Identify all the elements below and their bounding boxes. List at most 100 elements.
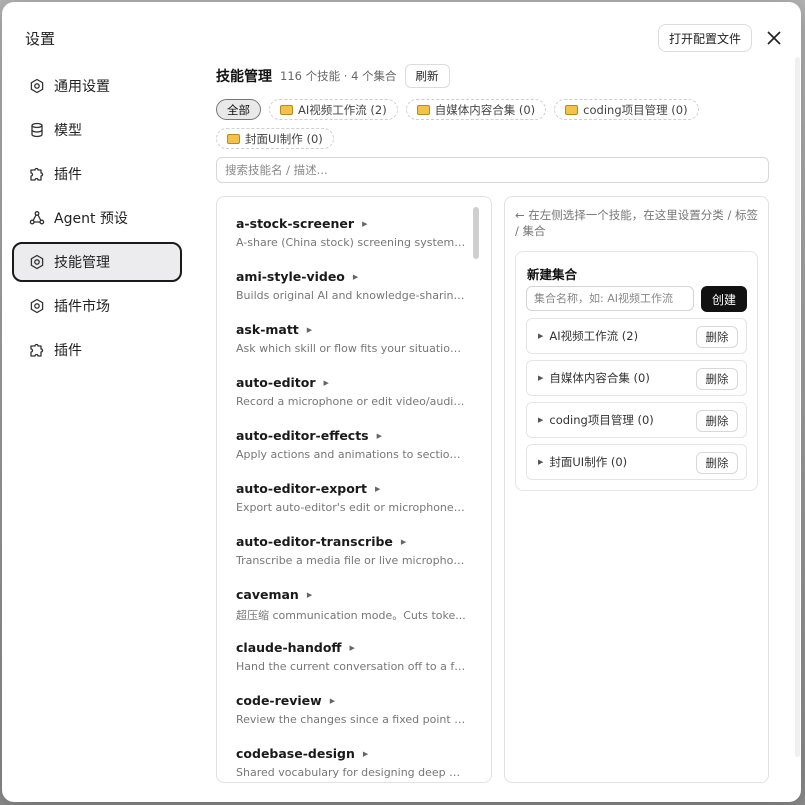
skill-desc: Ask which skill or flow fits your situat…: [236, 342, 466, 355]
sidebar-item-plugins[interactable]: 插件: [12, 154, 182, 194]
expand-arrow-icon: ▶: [538, 332, 544, 340]
list-item[interactable]: codebase-design ▶ Shared vocabulary for d…: [236, 746, 466, 779]
sidebar-item-model[interactable]: 模型: [12, 110, 182, 150]
expand-arrow-icon: ▶: [362, 219, 368, 228]
sidebar-item-label: 插件: [54, 167, 82, 183]
list-item[interactable]: ami-style-video ▶ Builds original AI and …: [236, 269, 466, 302]
expand-arrow-icon: ▶: [400, 537, 407, 546]
skill-desc: Review the changes since a fixed point (…: [236, 713, 466, 726]
skill-name: auto-editor-export: [236, 481, 367, 496]
new-collection-box: 新建集合 创建 ▶ AI视频工作流 (2) 删除 ▶ 自媒体内容合集 (0) 删…: [515, 251, 758, 491]
skill-desc: 超压缩 communication mode。Cuts toke...: [236, 609, 466, 622]
skills-main: 技能管理 116 个技能 · 4 个集合 刷新 全部 AI视频工作流 (2) 自…: [216, 62, 769, 783]
delete-collection-button[interactable]: 删除: [696, 368, 738, 390]
expand-arrow-icon: ▶: [538, 458, 544, 466]
folder-icon: [227, 133, 240, 144]
delete-collection-button[interactable]: 删除: [696, 452, 738, 474]
search-input[interactable]: [216, 157, 769, 183]
sidebar-item-general[interactable]: 通用设置: [12, 66, 182, 106]
select-skill-hint: ← 在左侧选择一个技能，在这里设置分类 / 标签 / 集合: [515, 208, 758, 238]
sidebar-item-agent-presets[interactable]: Agent 预设: [12, 198, 182, 238]
agent-icon: [28, 209, 46, 227]
tag-coding[interactable]: coding项目管理 (0): [554, 99, 699, 120]
tag-label: 封面UI制作 (0): [245, 131, 323, 146]
tag-ai-video[interactable]: AI视频工作流 (2): [269, 99, 398, 120]
skill-name: ask-matt: [236, 322, 299, 337]
skill-name: code-review: [236, 693, 322, 708]
collection-label: 自媒体内容合集 (0): [549, 371, 650, 385]
expand-arrow-icon: ▶: [374, 484, 381, 493]
tag-all[interactable]: 全部: [216, 99, 261, 120]
list-scrollbar[interactable]: [473, 207, 479, 259]
skill-name: a-stock-screener: [236, 216, 355, 231]
tag-label: AI视频工作流 (2): [298, 102, 387, 117]
skill-name: codebase-design: [236, 746, 355, 761]
tag-label: coding项目管理 (0): [583, 102, 688, 117]
collection-row[interactable]: ▶ 自媒体内容合集 (0) 删除: [526, 360, 747, 396]
gear-icon: [28, 297, 46, 315]
expand-arrow-icon: ▶: [362, 749, 369, 758]
skill-desc: Transcribe a media file or live micropho…: [236, 554, 466, 567]
tag-media[interactable]: 自媒体内容合集 (0): [405, 99, 547, 120]
sidebar-item-plugin-market[interactable]: 插件市场: [12, 286, 182, 326]
list-item[interactable]: ask-matt ▶ Ask which skill or flow fits y…: [236, 322, 466, 355]
collection-label: coding项目管理 (0): [549, 413, 654, 427]
list-item[interactable]: auto-editor-export ▶ Export auto-editor's…: [236, 481, 466, 514]
sidebar-item-label: 模型: [54, 123, 82, 139]
skill-name: auto-editor-transcribe: [236, 534, 393, 549]
skill-desc: Hand the current conversation off to a f…: [236, 660, 466, 673]
skill-desc: Shared vocabulary for designing deep m..…: [236, 766, 466, 779]
expand-arrow-icon: ▶: [376, 431, 383, 440]
refresh-button[interactable]: 刷新: [404, 64, 450, 88]
skill-name: caveman: [236, 587, 299, 602]
tag-cover-ui[interactable]: 封面UI制作 (0): [216, 128, 334, 149]
expand-arrow-icon: ▶: [306, 590, 313, 599]
open-config-button[interactable]: 打开配置文件: [658, 24, 752, 52]
gear-icon: [28, 253, 46, 271]
list-item[interactable]: a-stock-screener ▶ A-share (China stock) …: [236, 216, 466, 249]
sidebar-item-skills[interactable]: 技能管理: [12, 242, 182, 282]
sidebar-item-plugins-2[interactable]: 插件: [12, 330, 182, 370]
folder-icon: [416, 104, 430, 115]
expand-arrow-icon: ▶: [538, 374, 544, 382]
tag-label: 自媒体内容合集 (0): [434, 102, 536, 117]
sidebar: 通用设置 模型 插件 Agent 预设 技能管理 插件市场 插件: [12, 66, 182, 374]
collection-name-input[interactable]: [526, 286, 694, 311]
folder-icon: [565, 104, 579, 115]
collection-row[interactable]: ▶ coding项目管理 (0) 删除: [526, 402, 747, 438]
expand-arrow-icon: ▶: [538, 416, 544, 424]
expand-arrow-icon: ▶: [306, 325, 313, 334]
collection-filter-tags: 全部 AI视频工作流 (2) 自媒体内容合集 (0) coding项目管理 (0…: [216, 99, 716, 149]
list-item[interactable]: caveman ▶ 超压缩 communication mode。Cuts tok…: [236, 587, 466, 623]
list-item[interactable]: auto-editor-effects ▶ Apply actions and a…: [236, 428, 466, 461]
list-item[interactable]: auto-editor ▶ Record a microphone or edit…: [236, 375, 466, 408]
expand-arrow-icon: ▶: [352, 272, 359, 281]
delete-collection-button[interactable]: 删除: [696, 410, 738, 432]
skill-name: auto-editor: [236, 375, 316, 390]
expand-arrow-icon: ▶: [329, 696, 336, 705]
close-icon[interactable]: [762, 26, 786, 50]
model-icon: [28, 121, 46, 139]
list-item[interactable]: code-review ▶ Review the changes since a …: [236, 693, 466, 726]
skill-name: auto-editor-effects: [236, 428, 369, 443]
skill-detail-panel: ← 在左侧选择一个技能，在这里设置分类 / 标签 / 集合 新建集合 创建 ▶ …: [504, 196, 769, 783]
collection-label: 封面UI制作 (0): [549, 455, 628, 469]
skill-desc: Builds original AI and knowledge-sharing…: [236, 289, 466, 302]
delete-collection-button[interactable]: 删除: [696, 326, 738, 348]
new-collection-title: 新建集合: [527, 267, 578, 282]
skills-header: 技能管理 116 个技能 · 4 个集合 刷新: [216, 62, 769, 90]
list-item[interactable]: claude-handoff ▶ Hand the current convers…: [236, 640, 466, 673]
sidebar-item-label: 插件: [54, 343, 82, 359]
skills-count: 116 个技能 · 4 个集合: [280, 69, 397, 83]
skill-name: ami-style-video: [236, 269, 345, 284]
dialog-scrollbar[interactable]: [795, 57, 800, 757]
collection-row[interactable]: ▶ AI视频工作流 (2) 删除: [526, 318, 747, 354]
sidebar-item-label: 插件市场: [54, 299, 110, 315]
collection-row[interactable]: ▶ 封面UI制作 (0) 删除: [526, 444, 747, 480]
dialog-title: 设置: [25, 30, 56, 48]
create-collection-button[interactable]: 创建: [701, 286, 747, 312]
sidebar-item-label: Agent 预设: [54, 211, 128, 227]
sidebar-item-label: 技能管理: [54, 255, 110, 271]
expand-arrow-icon: ▶: [323, 378, 329, 387]
list-item[interactable]: auto-editor-transcribe ▶ Transcribe a med…: [236, 534, 466, 567]
